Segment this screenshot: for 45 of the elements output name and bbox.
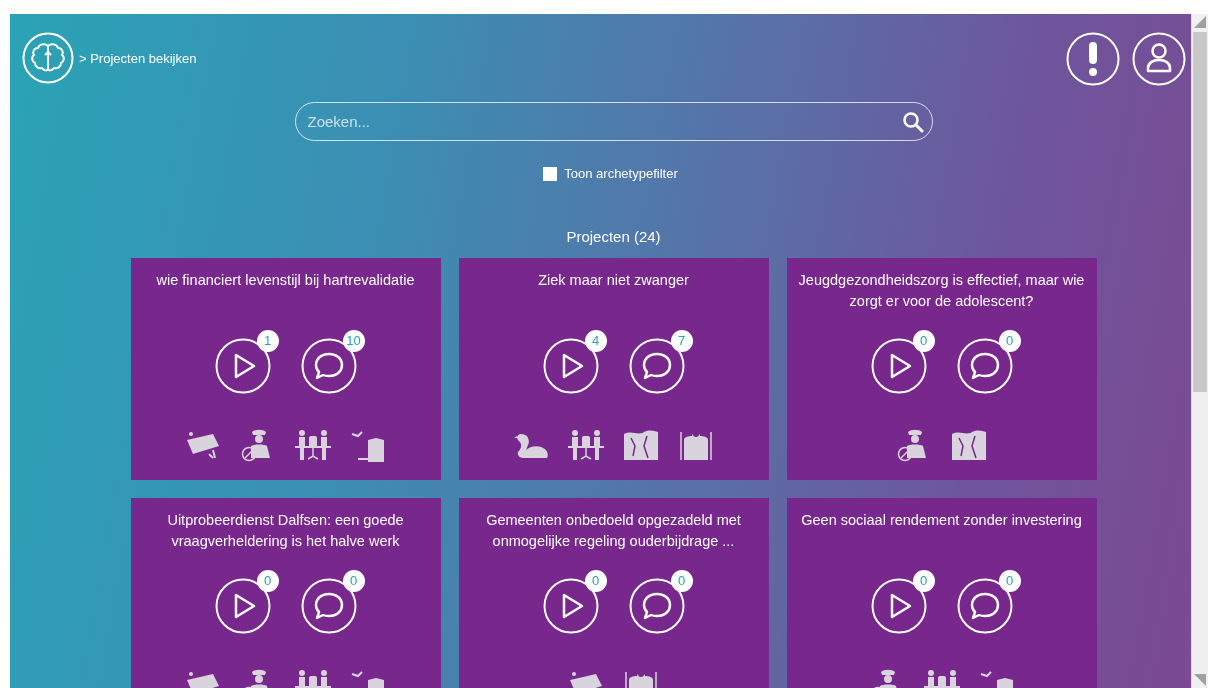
count-badge: 0: [342, 570, 365, 592]
count-badge: 7: [670, 330, 693, 352]
search-field[interactable]: Zoeken...: [294, 102, 933, 141]
count-badge: 1: [256, 330, 279, 352]
project-title: wie financiert levenstijl bij hartrevalidatie: [156, 271, 415, 290]
search-icon[interactable]: [901, 111, 924, 133]
count-badge: 0: [998, 330, 1021, 352]
archetype-filter-checkbox[interactable]: [543, 166, 558, 181]
play-icon[interactable]: [870, 338, 927, 394]
project-card[interactable]: Gemeenten onbedoeld opgezadeld met onmogelijke regeling ouderbijdrage ... 0 0: [458, 498, 769, 688]
scrollbar[interactable]: [1191, 14, 1208, 688]
project-card[interactable]: Uitprobeerdienst Dalfsen: een goede vraagverheldering is het halve werk 0 0: [130, 498, 441, 688]
scroll-thumb[interactable]: [1193, 32, 1207, 392]
project-title: Geen sociaal rendement zonder investering: [801, 511, 1082, 530]
play-icon[interactable]: [214, 578, 271, 634]
play-icon[interactable]: [214, 338, 271, 394]
project-title: Ziek maar niet zwanger: [538, 271, 689, 290]
speech-bubble-icon[interactable]: [300, 578, 357, 634]
speech-bubble-icon[interactable]: [628, 578, 685, 634]
project-title: Uitprobeerdienst Dalfsen: een goede vraagverheldering is het halve werk: [166, 511, 405, 551]
project-card[interactable]: wie financiert levenstijl bij hartrevalidatie 1 10: [130, 258, 441, 480]
play-icon[interactable]: [542, 338, 599, 394]
projects-heading: Projecten (24): [565, 228, 661, 245]
count-badge: 0: [256, 570, 279, 592]
user-icon[interactable]: [1132, 32, 1186, 86]
speech-bubble-icon[interactable]: [628, 338, 685, 394]
project-title: Jeugdgezondheidszorg is effectief, maar wie zorgt er voor de adolescent?: [797, 271, 1086, 311]
alert-icon[interactable]: [1066, 32, 1120, 86]
count-badge: 0: [670, 570, 693, 592]
count-badge: 0: [584, 570, 607, 592]
project-card[interactable]: Jeugdgezondheidszorg is effectief, maar wie zorgt er voor de adolescent? 0 0: [786, 258, 1097, 480]
count-badge: 4: [584, 330, 607, 352]
count-badge: 10: [342, 330, 365, 352]
count-badge: 0: [998, 570, 1021, 592]
project-card[interactable]: Ziek maar niet zwanger 4 7: [458, 258, 769, 480]
play-icon[interactable]: [870, 578, 927, 634]
count-badge: 0: [912, 330, 935, 352]
speech-bubble-icon[interactable]: [956, 338, 1013, 394]
play-icon[interactable]: [542, 578, 599, 634]
project-title: Gemeenten onbedoeld opgezadeld met onmogelijke regeling ouderbijdrage ...: [485, 511, 742, 551]
brain-logo-icon[interactable]: [22, 32, 74, 84]
count-badge: 0: [912, 570, 935, 592]
speech-bubble-icon[interactable]: [956, 578, 1013, 634]
project-card[interactable]: Geen sociaal rendement zonder investering 0 0: [786, 498, 1097, 688]
archetype-filter-label[interactable]: Toon archetypefilter: [564, 166, 678, 181]
